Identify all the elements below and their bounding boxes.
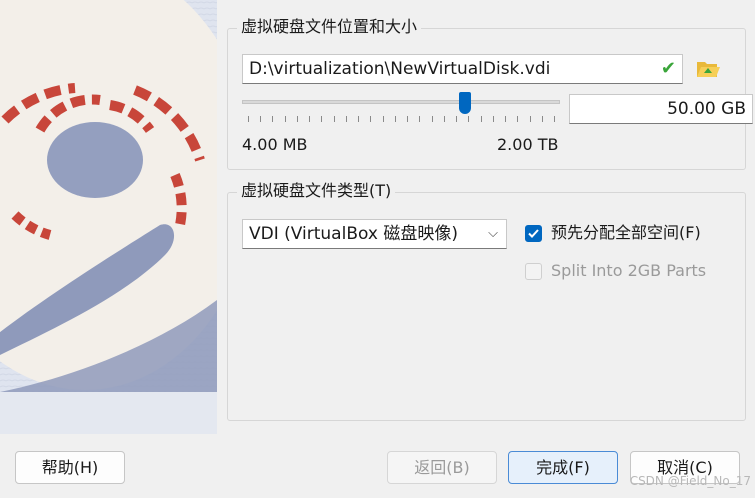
wizard-artwork — [0, 0, 217, 434]
hard-disk-illustration — [0, 0, 217, 434]
slider-tick — [297, 116, 298, 122]
slider-tick — [481, 116, 482, 122]
checkmark-icon — [528, 229, 539, 238]
size-slider[interactable] — [242, 90, 560, 122]
preallocate-label: 预先分配全部空间(F) — [551, 223, 701, 242]
disk-size-field[interactable]: 50.00 GB — [569, 94, 753, 124]
slider-tick — [309, 116, 310, 122]
split-checkbox[interactable]: Split Into 2GB Parts — [525, 260, 735, 284]
slider-tick — [419, 116, 420, 122]
slider-tick — [542, 116, 543, 122]
slider-tick — [395, 116, 396, 122]
wizard-content: 虚拟硬盘文件位置和大小 D:\virtualization\NewVirtual… — [217, 0, 755, 434]
slider-max-label: 2.00 TB — [497, 135, 559, 154]
disk-path-value: D:\virtualization\NewVirtualDisk.vdi — [249, 59, 551, 79]
slider-min-label: 4.00 MB — [242, 135, 308, 154]
slider-tick — [554, 116, 555, 122]
disk-size-value: 50.00 GB — [667, 99, 746, 119]
slider-tick — [334, 116, 335, 122]
file-type-group-title: 虚拟硬盘文件类型(T) — [237, 181, 396, 201]
slider-tick — [468, 116, 469, 122]
slider-thumb[interactable] — [459, 92, 471, 114]
slider-tick — [260, 116, 261, 122]
slider-tick — [285, 116, 286, 122]
slider-tick — [407, 116, 408, 122]
check-icon: ✔ — [660, 58, 676, 79]
slider-tick — [370, 116, 371, 122]
slider-tick — [505, 116, 506, 122]
folder-open-icon[interactable] — [695, 56, 721, 82]
slider-tick — [530, 116, 531, 122]
slider-tick — [248, 116, 249, 122]
disk-format-select[interactable]: VDI (VirtualBox 磁盘映像) ⌵ — [242, 219, 507, 249]
slider-tick — [346, 116, 347, 122]
slider-tick — [517, 116, 518, 122]
slider-tick — [321, 116, 322, 122]
disk-path-field[interactable]: D:\virtualization\NewVirtualDisk.vdi ✔ — [242, 54, 683, 84]
watermark: CSDN @Field_No_17 — [629, 474, 751, 488]
split-checkbox-box[interactable] — [525, 263, 542, 280]
location-size-group-title: 虚拟硬盘文件位置和大小 — [237, 17, 422, 37]
slider-tick — [493, 116, 494, 122]
slider-tick — [272, 116, 273, 122]
slider-tick — [456, 116, 457, 122]
preallocate-checkbox-box[interactable] — [525, 225, 542, 242]
chevron-down-icon: ⌵ — [488, 226, 498, 241]
finish-button[interactable]: 完成(F) — [508, 451, 618, 484]
disk-format-selected: VDI (VirtualBox 磁盘映像) — [249, 224, 458, 244]
slider-tick — [358, 116, 359, 122]
back-button[interactable]: 返回(B) — [387, 451, 497, 484]
wizard-footer: 帮助(H) 返回(B) 完成(F) 取消(C) CSDN @Field_No_1… — [0, 434, 755, 498]
slider-tick — [383, 116, 384, 122]
split-label: Split Into 2GB Parts — [551, 261, 707, 280]
help-button[interactable]: 帮助(H) — [15, 451, 125, 484]
slider-track — [242, 100, 560, 104]
slider-tick — [444, 116, 445, 122]
preallocate-checkbox[interactable]: 预先分配全部空间(F) — [525, 222, 735, 246]
slider-ticks — [242, 116, 560, 122]
slider-tick — [432, 116, 433, 122]
